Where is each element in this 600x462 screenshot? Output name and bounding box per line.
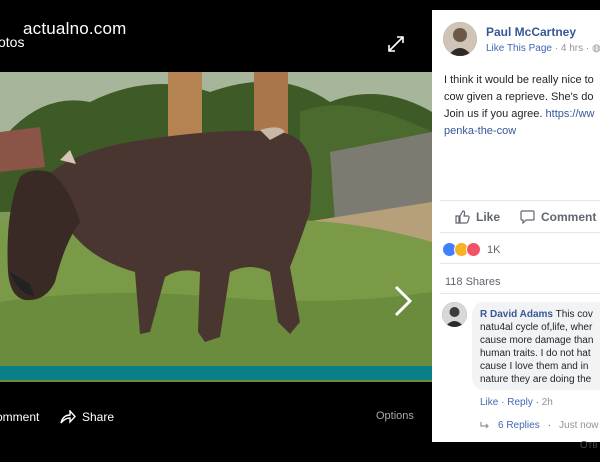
post-text-line: cow given a reprieve. She's do — [444, 91, 594, 103]
divider — [440, 232, 600, 233]
post-text: I think it would be really nice to cow g… — [444, 72, 600, 140]
next-arrow-icon[interactable] — [393, 284, 413, 318]
comment-text-line: nature they are doing the — [480, 374, 592, 385]
post-panel: Paul McCartney Like This Page · 4 hrs · … — [432, 10, 600, 442]
post-text-line: Join us if you agree. https://ww — [444, 108, 595, 120]
comment-button[interactable]: Comment — [520, 210, 596, 224]
cow-image — [0, 72, 432, 382]
comment-icon — [520, 210, 535, 224]
commenter-avatar[interactable] — [442, 302, 467, 327]
like-button[interactable]: Like — [455, 210, 500, 224]
post-link-cont[interactable]: penka-the-cow — [444, 125, 516, 137]
post-meta: Like This Page · 4 hrs · ◍ — [486, 43, 600, 54]
replies-count: 6 Replies — [498, 420, 540, 431]
avatar-image — [443, 22, 477, 56]
reactions-summary[interactable]: 1K — [442, 242, 500, 257]
comment-text: This cov — [555, 309, 593, 320]
author-avatar[interactable] — [443, 22, 477, 56]
comment-text-line: natu4al cycle of,life, wher — [480, 322, 593, 333]
comment-text-line: human traits. I do not hat — [480, 348, 591, 359]
divider — [440, 293, 600, 294]
post-text-line: penka-the-cow — [444, 123, 600, 140]
viewer-share-button[interactable]: Share — [60, 410, 114, 424]
thumbs-up-icon — [455, 210, 470, 224]
photo-caption-strip — [0, 366, 432, 380]
comment-first-line: R David Adams This cov — [480, 308, 600, 321]
commenter-avatar-image — [442, 302, 467, 327]
comment-bubble: R David Adams This cov natu4al cycle of,… — [472, 302, 600, 390]
commenter-name[interactable]: R David Adams — [480, 309, 553, 320]
post-text-line: I think it would be really nice to — [444, 74, 594, 86]
replies-time: Just now — [559, 420, 599, 431]
divider — [440, 200, 600, 201]
shares-count[interactable]: 118 Shares — [445, 276, 500, 288]
site-watermark: actualno.com — [23, 19, 127, 38]
comment-reply-link[interactable]: Reply — [507, 397, 533, 408]
viewer-action-bar: omment Share Options — [0, 392, 432, 442]
viewer-comment-label: omment — [0, 410, 40, 424]
like-page-link[interactable]: Like This Page — [486, 43, 552, 54]
view-replies-link[interactable]: 6 Replies · Just now — [480, 420, 599, 431]
comment-actions: Like · Reply · 2h — [480, 397, 553, 408]
comment-text-line: cause more damage than — [480, 335, 594, 346]
author-name[interactable]: Paul McCartney — [486, 25, 576, 39]
expand-icon[interactable] — [387, 35, 405, 53]
photo-viewer: otos omment Share Options — [0, 0, 432, 462]
viewer-share-label: Share — [82, 410, 115, 424]
globe-icon: ◍ — [591, 43, 600, 54]
reaction-count: 1K — [487, 243, 501, 256]
love-reaction-icon — [466, 242, 481, 257]
comment-like-link[interactable]: Like — [480, 397, 498, 408]
corner-watermark: Отв — [580, 440, 598, 451]
comment-label: Comment — [541, 210, 597, 224]
comment-age: 2h — [541, 397, 553, 408]
comment-text-line: cause I love them and in — [480, 361, 589, 372]
viewer-comment-button[interactable]: omment — [0, 410, 39, 424]
divider — [440, 263, 600, 264]
viewer-options-label: Options — [376, 410, 414, 422]
viewer-title: otos — [0, 34, 25, 50]
post-time[interactable]: 4 hrs — [561, 43, 583, 54]
cow-photo: nev — [0, 72, 432, 382]
like-label: Like — [476, 210, 501, 224]
post-link[interactable]: https://ww — [546, 108, 595, 120]
share-icon — [60, 410, 76, 424]
viewer-options-button[interactable]: Options — [376, 410, 414, 422]
reply-arrow-icon — [480, 422, 489, 429]
